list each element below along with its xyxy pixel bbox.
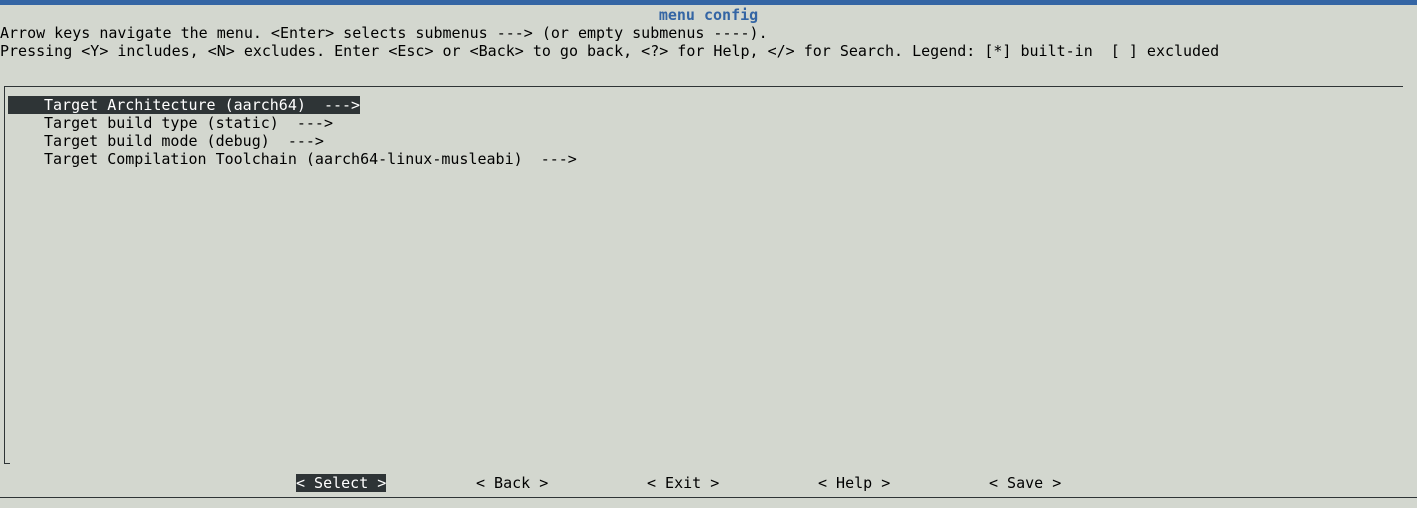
menu-frame-corner — [4, 463, 10, 464]
help-text-navigation: Arrow keys navigate the menu. <Enter> se… — [0, 24, 768, 42]
menu-item-target-compilation-toolchain[interactable]: Target Compilation Toolchain (aarch64-li… — [8, 150, 577, 168]
select-button[interactable]: < Select > — [296, 474, 387, 492]
menu-item-target-architecture[interactable]: Target Architecture (aarch64) ---> — [8, 96, 361, 114]
exit-button[interactable]: < Exit > — [647, 474, 719, 492]
help-button[interactable]: < Help > — [818, 474, 890, 492]
bottom-divider — [0, 497, 1417, 498]
menu-item-target-build-mode[interactable]: Target build mode (debug) ---> — [8, 132, 324, 150]
menu-item-target-build-type[interactable]: Target build type (static) ---> — [8, 114, 333, 132]
terminal-top-bar — [0, 0, 1417, 5]
back-button[interactable]: < Back > — [476, 474, 548, 492]
help-text-legend: Pressing <Y> includes, <N> excludes. Ent… — [0, 42, 1220, 60]
save-button[interactable]: < Save > — [989, 474, 1061, 492]
menu-list: Target Architecture (aarch64) ---> Targe… — [8, 96, 577, 168]
page-title: menu config — [658, 6, 759, 24]
